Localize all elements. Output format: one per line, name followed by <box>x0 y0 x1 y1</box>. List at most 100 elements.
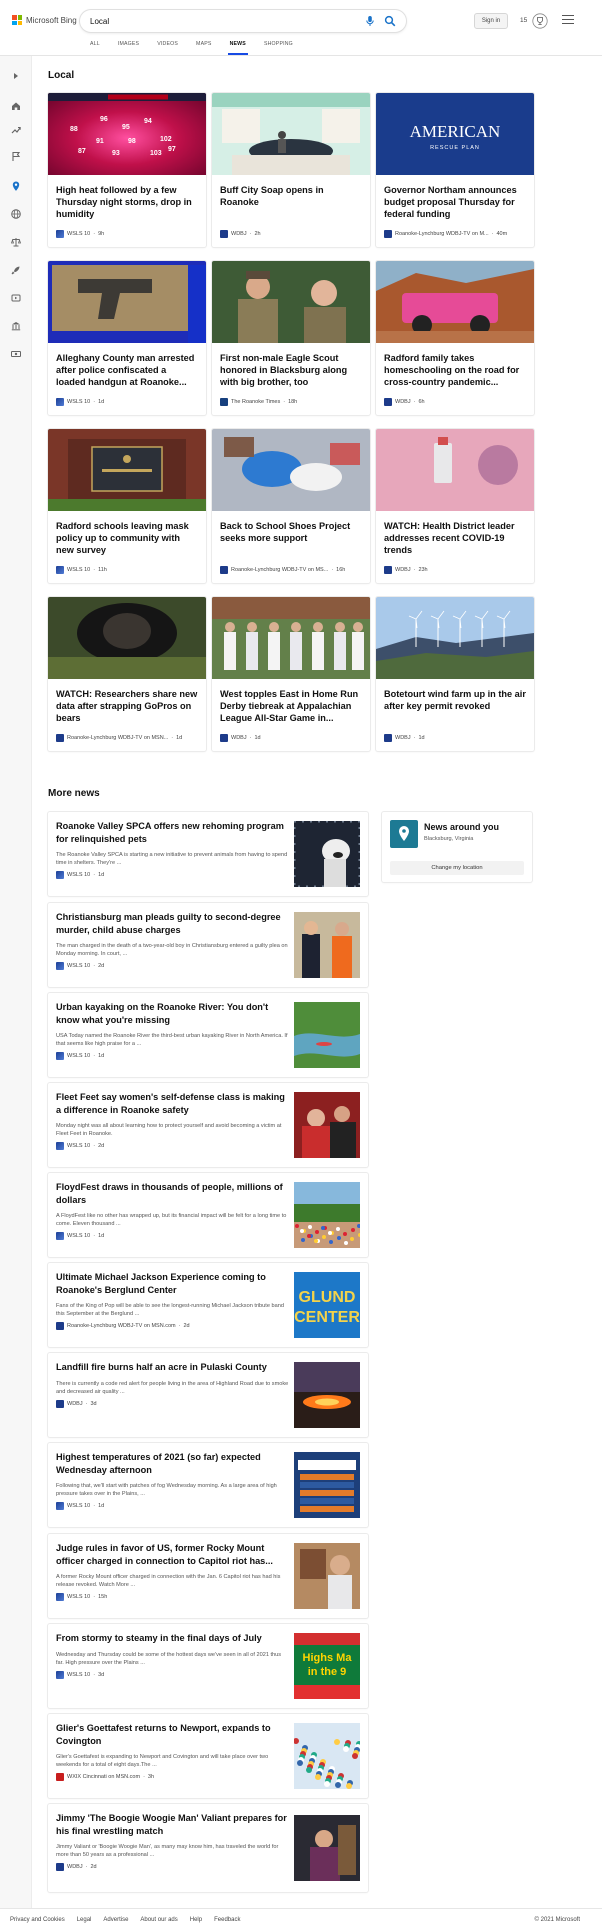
news-list-item[interactable]: Landfill fire burns half an acre in Pula… <box>48 1353 368 1437</box>
card-headline[interactable]: WATCH: Health District leader addresses … <box>384 520 526 556</box>
news-list-item[interactable]: Urban kayaking on the Roanoke River: You… <box>48 993 368 1077</box>
bing-logo[interactable]: Microsoft Bing <box>12 15 77 25</box>
card-image[interactable] <box>376 261 534 343</box>
card-image[interactable] <box>212 261 370 343</box>
card-image[interactable]: AMERICAN RESCUE PLAN <box>376 93 534 175</box>
microphone-icon[interactable] <box>364 15 376 27</box>
news-thumbnail[interactable] <box>294 1543 360 1609</box>
trending-icon[interactable] <box>10 124 22 136</box>
local-news-card[interactable]: 88 96 95 94 91 98 102 87 93 103 97 High heat follow… <box>48 93 206 247</box>
news-list-item[interactable]: Christiansburg man pleads guilty to seco… <box>48 903 368 987</box>
scales-icon[interactable] <box>10 236 22 248</box>
footer-link-advertise[interactable]: Advertise <box>103 1917 128 1923</box>
news-list-item[interactable]: Ultimate Michael Jackson Experience comi… <box>48 1263 368 1347</box>
news-thumbnail[interactable] <box>294 1182 360 1248</box>
card-headline[interactable]: Radford family takes homeschooling on th… <box>384 352 526 388</box>
card-headline[interactable]: Radford schools leaving mask policy up t… <box>56 520 198 556</box>
card-image[interactable] <box>212 93 370 175</box>
news-headline[interactable]: Roanoke Valley SPCA offers new rehoming … <box>56 820 290 845</box>
card-headline[interactable]: High heat followed by a few Thursday nig… <box>56 184 198 220</box>
card-image[interactable] <box>212 429 370 511</box>
bank-icon[interactable] <box>10 320 22 332</box>
local-news-card[interactable]: AMERICAN RESCUE PLAN Governor Northam anno… <box>376 93 534 247</box>
news-list-item[interactable]: Highest temperatures of 2021 (so far) ex… <box>48 1443 368 1527</box>
card-image[interactable]: 88 96 95 94 91 98 102 87 93 103 97 <box>48 93 206 175</box>
local-news-card[interactable]: Botetourt wind farm up in the air after … <box>376 597 534 751</box>
card-headline[interactable]: Buff City Soap opens in Roanoke <box>220 184 362 208</box>
news-thumbnail[interactable] <box>294 1092 360 1158</box>
news-headline[interactable]: Jimmy 'The Boogie Woogie Man' Valiant pr… <box>56 1812 290 1837</box>
news-headline[interactable]: Glier's Goettafest returns to Newport, e… <box>56 1722 290 1747</box>
local-news-card[interactable]: Alleghany County man arrested after poli… <box>48 261 206 415</box>
local-news-card[interactable]: Radford schools leaving mask policy up t… <box>48 429 206 583</box>
news-thumbnail[interactable] <box>294 1362 360 1428</box>
news-list-item[interactable]: Fleet Feet say women's self-defense clas… <box>48 1083 368 1167</box>
news-list-item[interactable]: Jimmy 'The Boogie Woogie Man' Valiant pr… <box>48 1804 368 1892</box>
tab-maps[interactable]: MAPS <box>196 41 212 55</box>
tab-all[interactable]: ALL <box>90 41 100 55</box>
news-thumbnail[interactable]: Highs Ma in the 9 <box>294 1633 360 1699</box>
tab-videos[interactable]: VIDEOS <box>157 41 178 55</box>
card-image[interactable] <box>48 429 206 511</box>
footer-link-privacy-and-cookies[interactable]: Privacy and Cookies <box>10 1917 65 1923</box>
home-icon[interactable] <box>10 100 22 112</box>
card-image[interactable] <box>212 597 370 679</box>
rewards-trophy-icon[interactable] <box>532 13 548 29</box>
tab-images[interactable]: IMAGES <box>118 41 139 55</box>
card-headline[interactable]: First non-male Eagle Scout honored in Bl… <box>220 352 362 388</box>
card-image[interactable] <box>376 597 534 679</box>
local-news-card[interactable]: Back to School Shoes Project seeks more … <box>212 429 370 583</box>
footer-link-help[interactable]: Help <box>190 1917 202 1923</box>
card-headline[interactable]: West topples East in Home Run Derby tieb… <box>220 688 362 724</box>
card-headline[interactable]: Governor Northam announces budget propos… <box>384 184 526 220</box>
globe-icon[interactable] <box>10 208 22 220</box>
news-headline[interactable]: FloydFest draws in thousands of people, … <box>56 1181 290 1206</box>
news-thumbnail[interactable] <box>294 1723 360 1789</box>
news-headline[interactable]: Christiansburg man pleads guilty to seco… <box>56 911 290 936</box>
news-thumbnail[interactable] <box>294 1815 360 1881</box>
news-list-item[interactable]: Glier's Goettafest returns to Newport, e… <box>48 1714 368 1798</box>
sign-in-button[interactable]: Sign in <box>474 13 508 29</box>
search-input[interactable] <box>90 15 330 27</box>
expand-icon[interactable] <box>10 70 22 82</box>
news-list-item[interactable]: Roanoke Valley SPCA offers new rehoming … <box>48 812 368 896</box>
news-headline[interactable]: Judge rules in favor of US, former Rocky… <box>56 1542 290 1567</box>
news-thumbnail[interactable] <box>294 912 360 978</box>
news-thumbnail[interactable] <box>294 821 360 887</box>
news-list-item[interactable]: From stormy to steamy in the final days … <box>48 1624 368 1708</box>
news-headline[interactable]: Highest temperatures of 2021 (so far) ex… <box>56 1451 290 1476</box>
card-headline[interactable]: Botetourt wind farm up in the air after … <box>384 688 526 712</box>
news-headline[interactable]: Landfill fire burns half an acre in Pula… <box>56 1361 290 1374</box>
rewards-points[interactable]: 15 <box>520 17 527 24</box>
local-news-card[interactable]: Buff City Soap opens in Roanoke WDBJ · 2h <box>212 93 370 247</box>
footer-link-about-our-ads[interactable]: About our ads <box>140 1917 177 1923</box>
news-thumbnail[interactable] <box>294 1002 360 1068</box>
tab-shopping[interactable]: SHOPPING <box>264 41 293 55</box>
news-headline[interactable]: Fleet Feet say women's self-defense clas… <box>56 1091 290 1116</box>
search-icon[interactable] <box>384 15 396 27</box>
tab-news[interactable]: NEWS <box>227 41 249 55</box>
footer-link-legal[interactable]: Legal <box>77 1917 92 1923</box>
news-list-item[interactable]: Judge rules in favor of US, former Rocky… <box>48 1534 368 1618</box>
local-news-card[interactable]: WATCH: Health District leader addresses … <box>376 429 534 583</box>
money-icon[interactable] <box>10 348 22 360</box>
news-list-item[interactable]: FloydFest draws in thousands of people, … <box>48 1173 368 1257</box>
local-news-card[interactable]: WATCH: Researchers share new data after … <box>48 597 206 751</box>
local-news-card[interactable]: West topples East in Home Run Derby tieb… <box>212 597 370 751</box>
change-location-button[interactable]: Change my location <box>390 861 524 875</box>
location-pin-icon[interactable] <box>10 180 22 192</box>
news-thumbnail[interactable]: GLUND CENTER <box>294 1272 360 1338</box>
footer-link-feedback[interactable]: Feedback <box>214 1917 240 1923</box>
card-image[interactable] <box>376 429 534 511</box>
menu-hamburger-icon[interactable] <box>562 15 574 25</box>
local-news-card[interactable]: Radford family takes homeschooling on th… <box>376 261 534 415</box>
local-news-card[interactable]: First non-male Eagle Scout honored in Bl… <box>212 261 370 415</box>
news-headline[interactable]: From stormy to steamy in the final days … <box>56 1632 290 1645</box>
news-thumbnail[interactable] <box>294 1452 360 1518</box>
news-headline[interactable]: Ultimate Michael Jackson Experience comi… <box>56 1271 290 1296</box>
news-headline[interactable]: Urban kayaking on the Roanoke River: You… <box>56 1001 290 1026</box>
card-headline[interactable]: Alleghany County man arrested after poli… <box>56 352 198 388</box>
card-image[interactable] <box>48 261 206 343</box>
card-image[interactable] <box>48 597 206 679</box>
card-headline[interactable]: Back to School Shoes Project seeks more … <box>220 520 362 544</box>
